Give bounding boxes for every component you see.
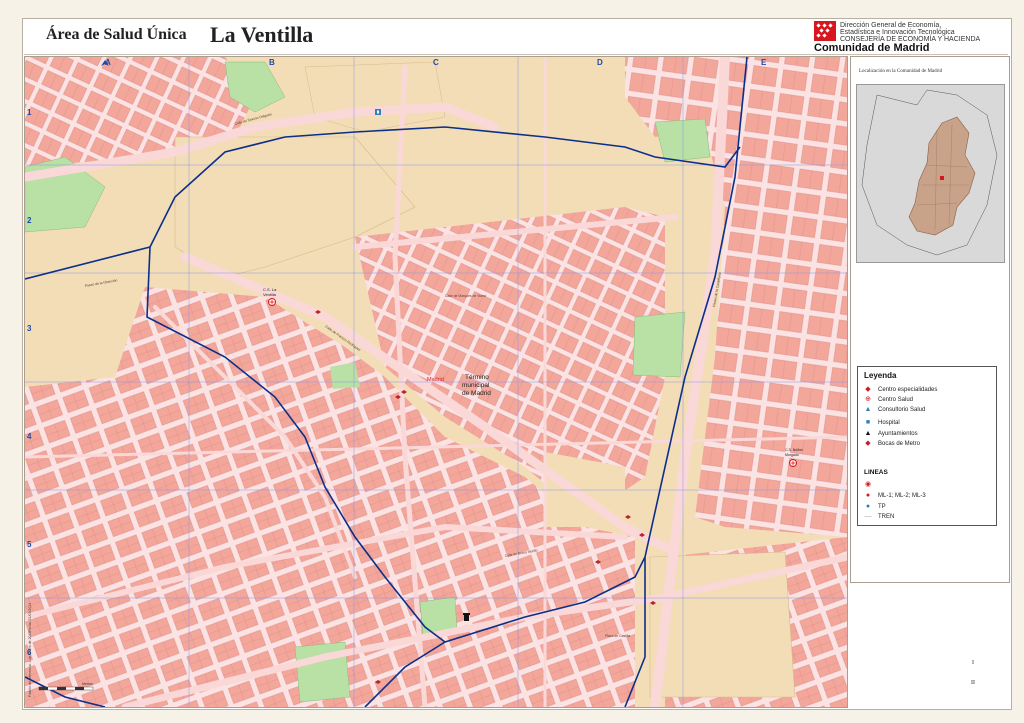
grid-col-d: D bbox=[597, 58, 603, 67]
light-rail-icon: ● bbox=[865, 492, 871, 499]
comunidad-madrid-brand: Dirección General de Economía, Estadísti… bbox=[814, 20, 994, 54]
park-east bbox=[632, 311, 686, 378]
location-map-canvas bbox=[857, 85, 1004, 262]
municipality-label-3: de Madrid bbox=[462, 390, 491, 397]
svg-text:Plaza de Castilla: Plaza de Castilla bbox=[605, 634, 630, 638]
sidebar-panel: Localización en la Comunidad de Madrid L… bbox=[850, 56, 1010, 583]
train-line-icon: — bbox=[864, 513, 872, 520]
grid-col-b: B bbox=[269, 58, 275, 67]
street-map[interactable]: A B C D E 1 2 3 4 5 6 Término municipal … bbox=[24, 56, 848, 708]
legend-item-town-hall: ▲ Ayuntamientos bbox=[864, 430, 918, 438]
area-name: La Ventilla bbox=[210, 22, 314, 47]
legend-line-metro: ◉ bbox=[864, 481, 878, 488]
brand-directorate-2: Estadística e Innovación Tecnológica bbox=[840, 29, 955, 36]
municipality-label-2: municipal bbox=[462, 382, 490, 389]
map-legend: Leyenda ◆ Centro especialidades ⊕ Centro S… bbox=[857, 366, 997, 526]
location-map-title: Localización en la Comunidad de Madrid bbox=[859, 69, 943, 74]
grid-col-e: E bbox=[761, 58, 767, 67]
grid-col-c: C bbox=[433, 58, 439, 67]
area-title: Área de Salud Única bbox=[46, 26, 187, 43]
town-hall-marker[interactable] bbox=[463, 613, 470, 621]
location-map bbox=[856, 84, 1005, 263]
inset-marker-1: I bbox=[972, 660, 974, 666]
margin-date-text: Fecha: 21/03/2014 bbox=[28, 603, 32, 632]
legend-line-tp: ● TP bbox=[865, 503, 886, 511]
district-tag: Madrid bbox=[427, 377, 444, 383]
legend-item-specialty-center: ◆ Centro especialidades bbox=[865, 386, 938, 394]
street-map-canvas: A B C D E 1 2 3 4 5 6 Término municipal … bbox=[25, 57, 847, 707]
health-center-2-label-2: Morgado bbox=[785, 453, 799, 457]
health-center-2-label-1: C.S. Núñez bbox=[785, 448, 803, 452]
hospital-marker[interactable] bbox=[375, 109, 381, 115]
location-marker bbox=[940, 176, 944, 180]
health-center-1-label-2: Ventilla bbox=[263, 292, 277, 297]
svg-text:Calle de Marqués de Viana: Calle de Marqués de Viana bbox=[445, 294, 486, 298]
municipality-label-1: Término bbox=[465, 374, 489, 381]
madrid-flag-logo bbox=[814, 21, 836, 41]
grid-row-1: 1 bbox=[27, 108, 32, 117]
metro-entrance-icon: ◆ bbox=[865, 440, 871, 447]
legend-item-metro-entrance: ◆ Bocas de Metro bbox=[865, 440, 921, 448]
grid-row-4: 4 bbox=[27, 432, 32, 441]
margin-padron-text: Padrón de referencia: 1 de Enero de 2013 bbox=[28, 632, 32, 697]
metro-line-icon: ◉ bbox=[864, 481, 872, 488]
tp-icon: ● bbox=[865, 503, 871, 510]
legend-line-train: — TREN bbox=[864, 513, 895, 521]
grid-row-2: 2 bbox=[27, 216, 32, 225]
legend-line-light-rail: ● ML-1; ML-2; ML-3 bbox=[865, 492, 926, 500]
sheet-header: Área de Salud Única La Ventilla Direcció… bbox=[24, 20, 1008, 55]
inset-marker-2: II bbox=[971, 680, 975, 686]
grid-row-3: 3 bbox=[27, 324, 32, 333]
town-hall-icon: ▲ bbox=[864, 430, 872, 437]
legend-item-clinic: ▲ Consultorio Salud bbox=[864, 406, 926, 414]
grid-row-5: 5 bbox=[27, 540, 32, 549]
hospital-icon: ■ bbox=[865, 419, 871, 426]
scale-label: Metros bbox=[82, 682, 93, 686]
legend-lines-title: LINEAS bbox=[864, 469, 888, 476]
legend-item-hospital: ■ Hospital bbox=[865, 419, 900, 427]
clinic-icon: ▲ bbox=[864, 406, 872, 413]
legend-item-health-center: ⊕ Centro Salud bbox=[865, 396, 914, 404]
legend-title: Leyenda bbox=[864, 371, 897, 380]
health-center-icon: ⊕ bbox=[865, 396, 871, 403]
park-northeast bbox=[654, 118, 711, 163]
specialty-center-icon: ◆ bbox=[865, 386, 871, 393]
brand-directorate: Dirección General de Economía, bbox=[840, 22, 942, 29]
brand-name: Comunidad de Madrid bbox=[814, 42, 930, 54]
